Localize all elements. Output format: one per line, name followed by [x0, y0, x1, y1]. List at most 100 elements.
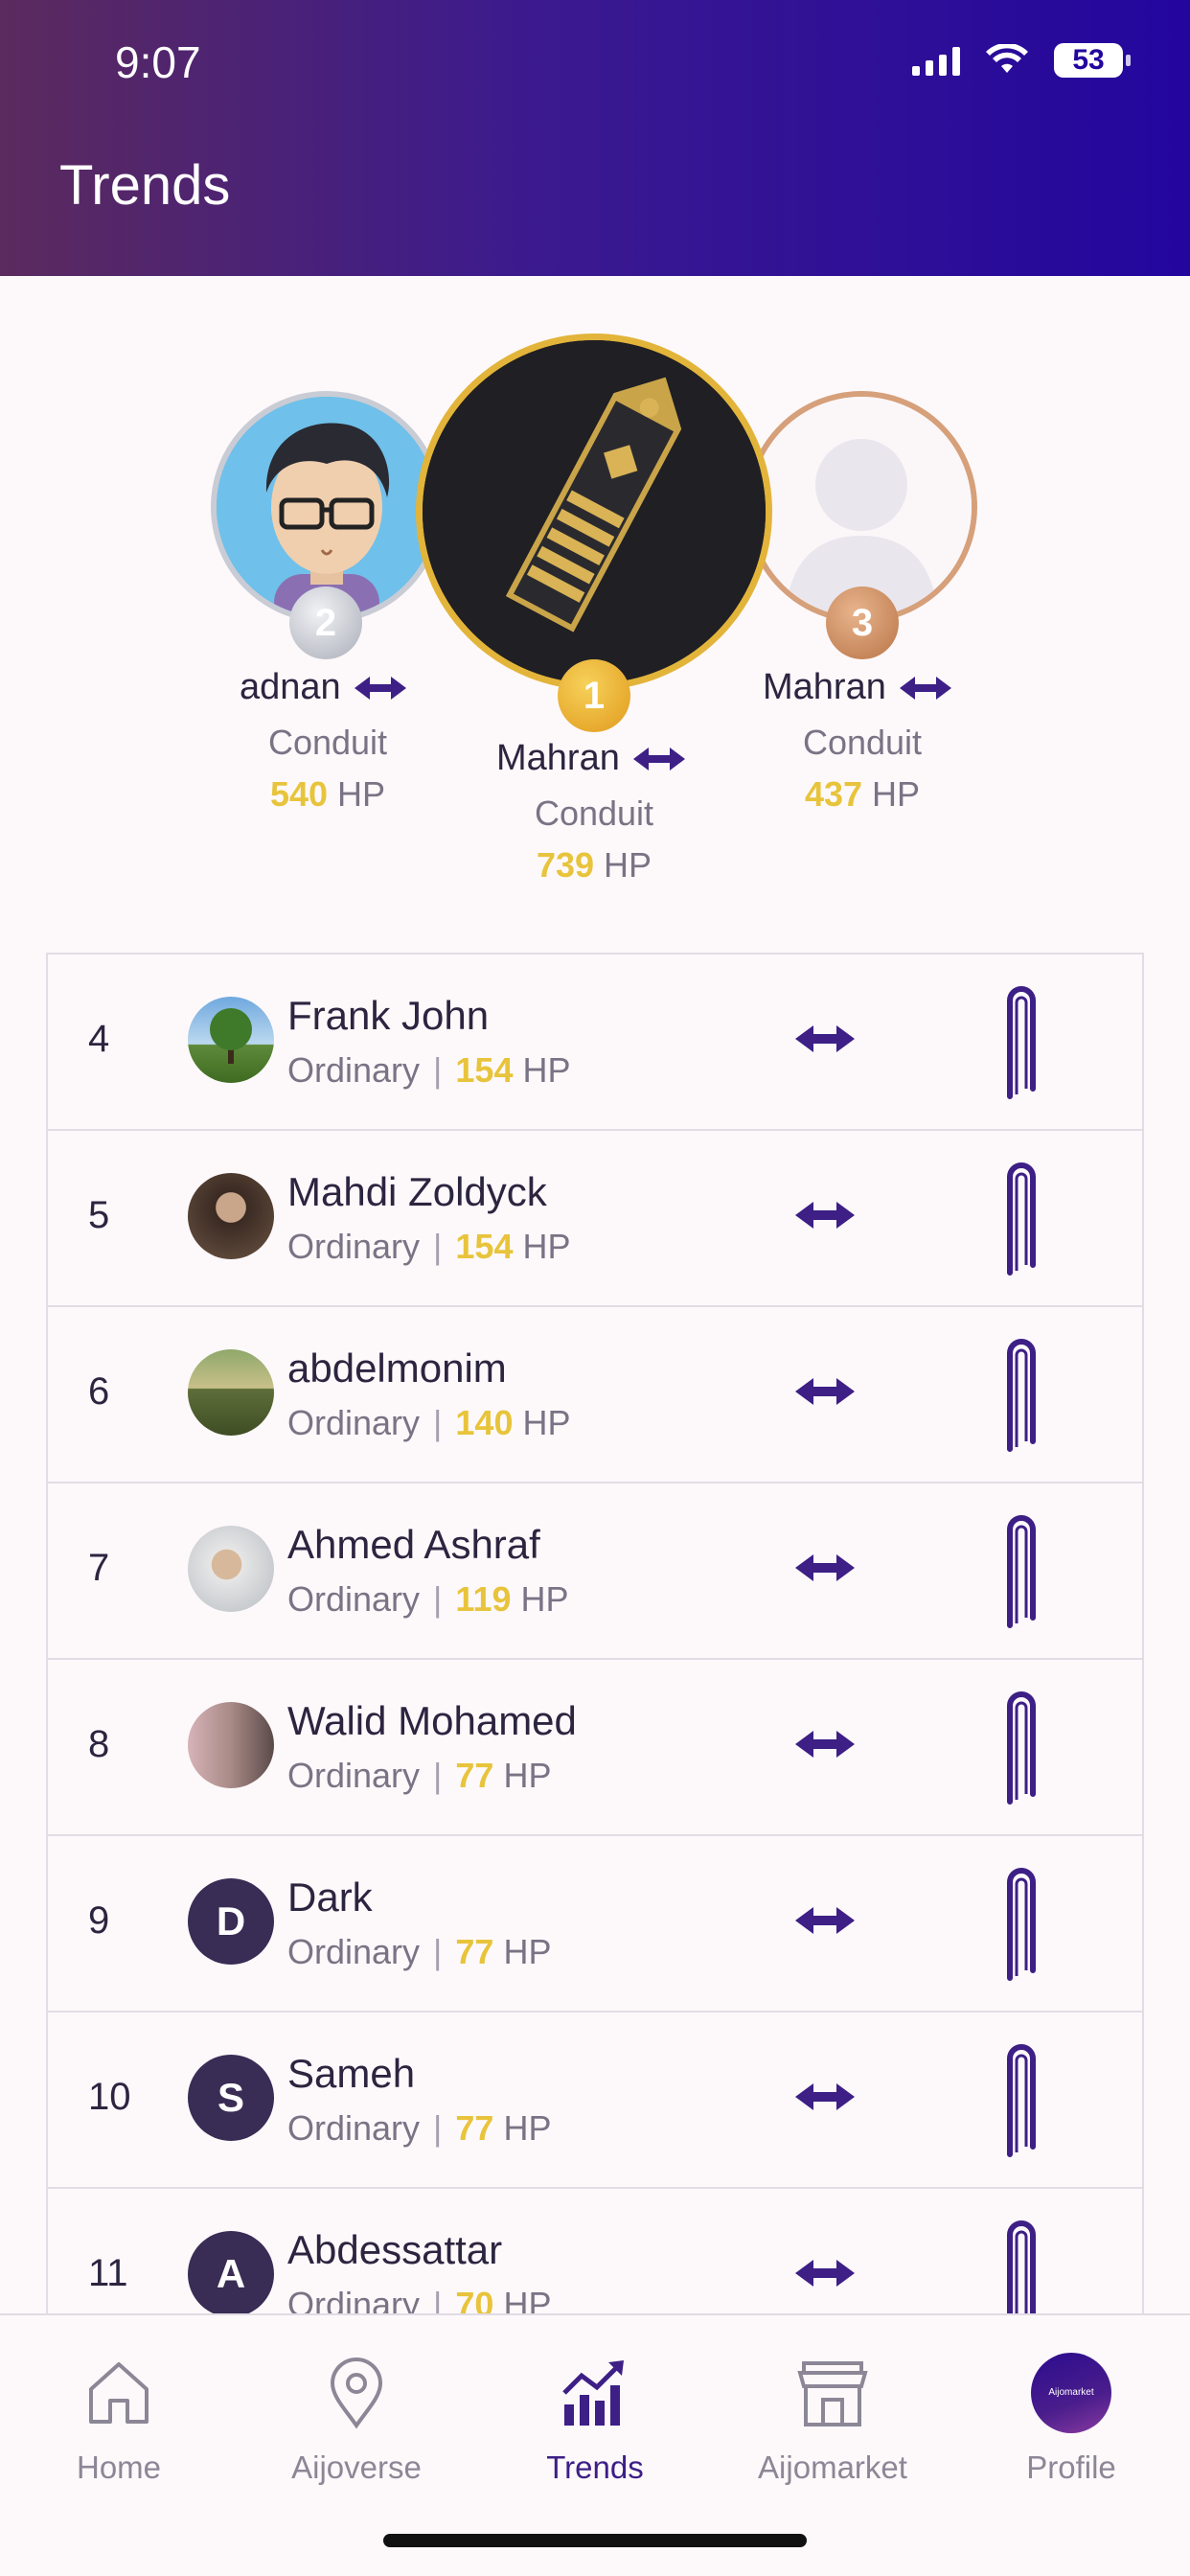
list-item[interactable]: 8 Walid Mohamed Ordinary | 77 HP: [46, 1658, 1144, 1834]
avatar[interactable]: [188, 1173, 274, 1259]
rank-number: 11: [88, 2252, 128, 2294]
rank-2-medal: 2: [289, 586, 362, 659]
avatar[interactable]: A: [188, 2231, 274, 2313]
hp-value: 77: [455, 1756, 494, 1795]
avatar[interactable]: [188, 997, 274, 1083]
wifi-icon: [986, 44, 1028, 73]
user-meta: Ordinary | 154 HP: [287, 1050, 571, 1090]
paperclip-icon[interactable]: [1002, 1158, 1041, 1276]
user-level: Ordinary: [287, 1579, 421, 1619]
podium-second-name-row: adnan: [240, 667, 406, 708]
list-item[interactable]: 7 Ahmed Ashraf Ordinary | 119 HP: [46, 1482, 1144, 1658]
hp-unit: HP: [522, 1403, 571, 1442]
hp-value: 437: [804, 774, 863, 814]
user-name: Dark: [287, 1874, 373, 1920]
swap-arrows-icon[interactable]: [632, 746, 685, 772]
list-item[interactable]: 9 D Dark Ordinary | 77 HP: [46, 1834, 1144, 2011]
swap-arrows-icon[interactable]: [795, 2258, 855, 2288]
top-three-podium: 2 3 1 adnan Conduit 540 HP Mahran Condui…: [0, 276, 1190, 937]
user-name: Walid Mohamed: [287, 1698, 577, 1743]
podium-second-level: Conduit: [267, 723, 388, 762]
tab-label: Profile: [1026, 2450, 1116, 2485]
list-item[interactable]: 6 abdelmonim Ordinary | 140 HP: [46, 1305, 1144, 1482]
rank-1-medal: 1: [558, 659, 630, 732]
list-item[interactable]: 10 S Sameh Ordinary | 77 HP: [46, 2011, 1144, 2187]
user-meta: Ordinary | 119 HP: [287, 1579, 569, 1619]
rank-number: 8: [88, 1723, 110, 1765]
tab-label: Aijoverse: [291, 2450, 422, 2485]
paperclip-icon[interactable]: [1002, 1510, 1041, 1629]
avatar[interactable]: D: [188, 1878, 274, 1965]
swap-arrows-icon[interactable]: [795, 1729, 855, 1760]
tab-trends[interactable]: Trends: [490, 2350, 700, 2486]
user-meta: Ordinary | 140 HP: [287, 1403, 571, 1442]
paperclip-icon[interactable]: [1002, 2039, 1041, 2158]
hp-value: 154: [455, 1050, 514, 1090]
rank-number: 4: [88, 1018, 110, 1060]
status-time: 9:07: [115, 37, 201, 87]
cartoon-avatar-icon: [217, 397, 437, 617]
user-name: Abdessattar: [287, 2227, 503, 2272]
paperclip-icon[interactable]: [1002, 981, 1041, 1100]
podium-first-name: Mahran: [496, 738, 620, 778]
rank-number: 9: [88, 1899, 110, 1942]
user-name: Frank John: [287, 993, 490, 1038]
user-name: Mahdi Zoldyck: [287, 1169, 547, 1214]
user-level: Ordinary: [287, 1403, 421, 1442]
rank-3-medal: 3: [826, 586, 899, 659]
leaderboard-list[interactable]: 4 Frank John Ordinary | 154 HP 5 Mahdi Zol…: [46, 953, 1144, 2313]
hp-value: 154: [455, 1227, 514, 1266]
tab-aijoverse[interactable]: Aijoverse: [251, 2350, 462, 2486]
swap-arrows-icon[interactable]: [795, 1376, 855, 1407]
list-item[interactable]: 4 Frank John Ordinary | 154 HP: [46, 953, 1144, 1129]
map-pin-icon: [330, 2358, 383, 2429]
swap-arrows-icon[interactable]: [899, 675, 951, 702]
podium-first-level: Conduit: [534, 794, 654, 833]
user-meta: Ordinary | 70 HP: [287, 2285, 551, 2313]
podium-third-name-row: Mahran: [763, 667, 951, 708]
swap-arrows-icon[interactable]: [354, 675, 406, 702]
user-level: Ordinary: [287, 1227, 421, 1266]
paperclip-icon[interactable]: [1002, 1334, 1041, 1453]
swap-arrows-icon[interactable]: [795, 1024, 855, 1054]
podium-first-hp: 739 HP: [479, 845, 709, 886]
swap-arrows-icon[interactable]: [795, 1200, 855, 1230]
paperclip-icon[interactable]: [1002, 2216, 1041, 2313]
podium-second-hp: 540 HP: [213, 774, 443, 815]
avatar[interactable]: [188, 1526, 274, 1612]
tree-photo-icon: [210, 1008, 252, 1064]
hp-unit: HP: [503, 1756, 552, 1795]
hp-value: 77: [455, 2108, 494, 2148]
profile-avatar: Aijomarket: [1031, 2353, 1111, 2433]
home-indicator[interactable]: [383, 2534, 807, 2547]
user-name: Sameh: [287, 2051, 416, 2096]
hp-value: 77: [455, 1932, 494, 1971]
trending-chart-icon: [562, 2360, 624, 2426]
hp-unit: HP: [503, 2108, 552, 2148]
avatar[interactable]: [188, 1702, 274, 1788]
tab-label: Trends: [546, 2450, 644, 2485]
rank-number: 5: [88, 1194, 110, 1236]
tab-label: Aijomarket: [758, 2450, 907, 2485]
hp-unit: HP: [522, 1227, 571, 1266]
swap-arrows-icon[interactable]: [795, 1905, 855, 1936]
swap-arrows-icon[interactable]: [795, 1552, 855, 1583]
paperclip-icon[interactable]: [1002, 1863, 1041, 1982]
hp-unit: HP: [872, 774, 921, 814]
swap-arrows-icon[interactable]: [795, 2082, 855, 2112]
podium-third-level: Conduit: [802, 723, 923, 762]
tab-profile[interactable]: Aijomarket Profile: [966, 2350, 1177, 2486]
hp-unit: HP: [503, 2285, 552, 2313]
tab-home[interactable]: Home: [13, 2350, 224, 2486]
paperclip-icon[interactable]: [1002, 1687, 1041, 1806]
user-meta: Ordinary | 154 HP: [287, 1227, 571, 1266]
podium-first-avatar[interactable]: [416, 334, 772, 690]
avatar[interactable]: [188, 1349, 274, 1436]
epaulette-avatar-icon: [423, 340, 766, 683]
list-item[interactable]: 5 Mahdi Zoldyck Ordinary | 154 HP: [46, 1129, 1144, 1305]
avatar[interactable]: S: [188, 2055, 274, 2141]
list-item[interactable]: 11 A Abdessattar Ordinary | 70 HP: [46, 2187, 1144, 2313]
podium-second-name: adnan: [240, 667, 341, 707]
rank-number: 10: [88, 2076, 131, 2118]
tab-aijomarket[interactable]: Aijomarket: [727, 2350, 938, 2486]
